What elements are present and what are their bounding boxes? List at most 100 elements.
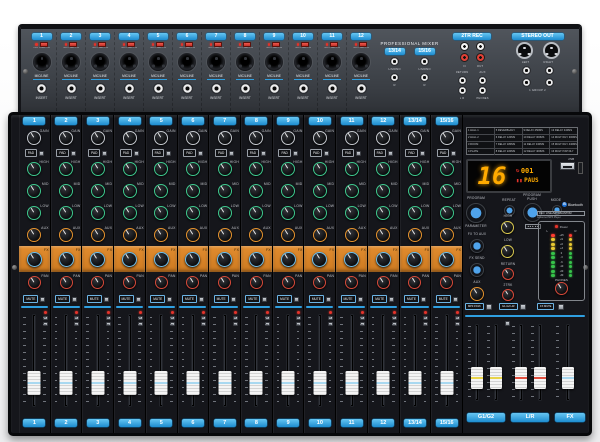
high-eq-knob[interactable] (59, 162, 73, 176)
pan-knob[interactable] (250, 276, 263, 289)
pad-switch[interactable] (324, 151, 329, 156)
pfl-switch[interactable] (40, 297, 45, 302)
aux-send-knob[interactable] (376, 228, 390, 242)
pad-switch[interactable] (356, 151, 361, 156)
master-low-knob[interactable] (501, 245, 514, 258)
high-eq-knob[interactable] (123, 162, 137, 176)
pad-button[interactable]: PAD (152, 149, 164, 157)
channel-fader-handle[interactable] (250, 371, 263, 395)
return-jack-r[interactable] (458, 86, 467, 95)
master-high-knob[interactable] (501, 221, 514, 234)
group2-fader-handle[interactable] (490, 367, 502, 389)
low-eq-knob[interactable] (186, 206, 200, 220)
line-jack-r[interactable] (420, 73, 429, 82)
mute-button[interactable]: MUTE (182, 295, 197, 303)
aux-send-knob[interactable] (281, 228, 295, 242)
fx-send-knob[interactable] (90, 252, 105, 267)
gain-knob[interactable] (408, 131, 422, 145)
insert-jack[interactable] (36, 83, 47, 94)
insert-jack[interactable] (298, 83, 309, 94)
mid-eq-knob[interactable] (281, 184, 295, 198)
main-out-jack-l[interactable] (522, 66, 531, 75)
insert-jack[interactable] (153, 83, 164, 94)
xlr-combo-jack[interactable] (235, 52, 255, 72)
mute-button[interactable]: MUTE (372, 295, 387, 303)
low-eq-knob[interactable] (59, 206, 73, 220)
high-eq-knob[interactable] (218, 162, 232, 176)
mute-button[interactable]: MUTE (245, 295, 260, 303)
xlr-combo-jack[interactable] (119, 52, 139, 72)
pfl-switch[interactable] (453, 297, 458, 302)
pad-button[interactable]: PAD (278, 149, 290, 157)
pan-knob[interactable] (218, 276, 231, 289)
insert-jack[interactable] (95, 83, 106, 94)
pad-button[interactable]: PAD (310, 149, 322, 157)
mute-button[interactable]: MUTE (404, 295, 419, 303)
pan-knob[interactable] (123, 276, 136, 289)
group-assign-button[interactable]: G1-G2 L/R (499, 303, 518, 310)
pad-button[interactable]: PAD (342, 149, 354, 157)
insert-jack[interactable] (356, 83, 367, 94)
gain-knob[interactable] (91, 131, 105, 145)
low-eq-knob[interactable] (154, 206, 168, 220)
pan-knob[interactable] (60, 276, 73, 289)
fx-send-knob[interactable] (439, 252, 454, 267)
mute-button[interactable]: MUTE (23, 295, 38, 303)
fx-send-knob[interactable] (59, 252, 74, 267)
program-knob[interactable] (466, 203, 486, 223)
insert-jack[interactable] (182, 83, 193, 94)
low-eq-knob[interactable] (27, 206, 41, 220)
rca-in-r[interactable] (460, 53, 469, 62)
high-eq-knob[interactable] (376, 162, 390, 176)
aux-send-knob[interactable] (154, 228, 168, 242)
xlr-combo-jack[interactable] (206, 52, 226, 72)
insert-jack[interactable] (269, 83, 280, 94)
fader-link-switch[interactable] (505, 321, 510, 326)
return-jack-l[interactable] (458, 76, 467, 85)
aux-send-knob[interactable] (440, 228, 454, 242)
fx-send-knob[interactable] (312, 252, 327, 267)
gain-knob[interactable] (27, 131, 41, 145)
aux-send-knob[interactable] (91, 228, 105, 242)
gain-knob[interactable] (59, 131, 73, 145)
phones-jack[interactable] (478, 86, 487, 95)
insert-jack[interactable] (66, 83, 77, 94)
pfl-switch[interactable] (136, 297, 141, 302)
fx-mute-switch[interactable] (558, 304, 564, 310)
pfl-switch[interactable] (389, 297, 394, 302)
high-eq-knob[interactable] (186, 162, 200, 176)
rca-out-r[interactable] (476, 53, 485, 62)
mute-button[interactable]: MUTE (150, 295, 165, 303)
pad-button[interactable]: PAD (25, 149, 37, 157)
mute-button[interactable]: MUTE (55, 295, 70, 303)
fx-send-knob[interactable] (281, 252, 296, 267)
aux-send-knob[interactable] (186, 228, 200, 242)
low-eq-knob[interactable] (313, 206, 327, 220)
fx-send-knob[interactable] (185, 252, 200, 267)
pfl-switch[interactable] (167, 297, 172, 302)
pfl-switch[interactable] (358, 297, 363, 302)
pad-switch[interactable] (134, 151, 139, 156)
pfl-switch[interactable] (199, 297, 204, 302)
channel-fader-handle[interactable] (408, 371, 421, 395)
rca-out-l[interactable] (476, 42, 485, 51)
fx-return-knob[interactable] (502, 268, 514, 280)
xlr-combo-jack[interactable] (90, 52, 110, 72)
phones-level-knob[interactable] (555, 282, 568, 295)
pan-knob[interactable] (186, 276, 199, 289)
low-eq-knob[interactable] (249, 206, 263, 220)
xlr-combo-jack[interactable] (32, 52, 52, 72)
fx-send-master-knob[interactable] (470, 263, 484, 277)
rca-in-l[interactable] (460, 42, 469, 51)
aux-master-knob[interactable] (470, 287, 484, 301)
xlr-combo-jack[interactable] (293, 52, 313, 72)
mid-eq-knob[interactable] (376, 184, 390, 198)
channel-fader-handle[interactable] (28, 371, 41, 395)
mute-button[interactable]: MUTE (341, 295, 356, 303)
pad-switch[interactable] (39, 151, 44, 156)
pad-switch[interactable] (261, 151, 266, 156)
gain-knob[interactable] (345, 131, 359, 145)
high-eq-knob[interactable] (440, 162, 454, 176)
gain-knob[interactable] (249, 131, 263, 145)
pan-knob[interactable] (408, 276, 421, 289)
